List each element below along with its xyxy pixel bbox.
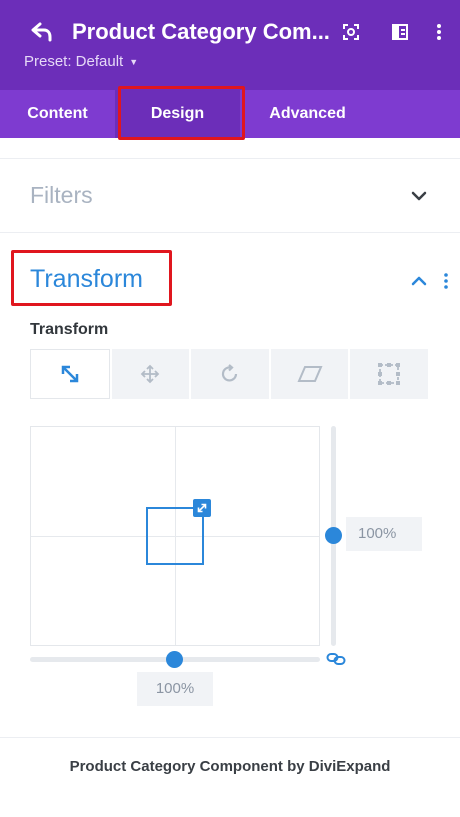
- module-header: Product Category Com... Preset: Default …: [0, 0, 460, 90]
- scale-y-input[interactable]: 100%: [346, 517, 422, 551]
- expand-arrows-icon: [197, 503, 207, 513]
- settings-tabs: Content Design Advanced: [0, 90, 460, 138]
- divider: [0, 158, 460, 159]
- chevron-up-icon[interactable]: [411, 275, 427, 287]
- more-vertical-icon[interactable]: [440, 272, 452, 290]
- transform-section-label[interactable]: Transform: [30, 265, 143, 294]
- scale-icon: [61, 365, 79, 383]
- preset-label: Preset: Default: [24, 53, 124, 70]
- module-credit: Product Category Component by DiviExpand: [69, 758, 391, 775]
- divider: [0, 737, 460, 738]
- transform-field-label: Transform: [30, 321, 109, 338]
- divider: [0, 232, 460, 233]
- translate-move-icon: [141, 364, 160, 384]
- tab-advanced[interactable]: Advanced: [240, 90, 375, 138]
- focus-icon[interactable]: [341, 22, 361, 42]
- tab-content[interactable]: Content: [0, 90, 115, 138]
- split-view-icon[interactable]: [390, 22, 410, 42]
- link-icon[interactable]: [326, 651, 346, 667]
- scale-tool-button[interactable]: [30, 349, 110, 399]
- module-title: Product Category Com...: [72, 19, 330, 44]
- transform-tool-tabs: [30, 349, 428, 399]
- scale-y-slider-handle[interactable]: [325, 527, 342, 544]
- scale-x-slider-handle[interactable]: [166, 651, 183, 668]
- skew-tool-button[interactable]: [270, 349, 349, 399]
- origin-icon: [378, 363, 401, 385]
- translate-tool-button[interactable]: [111, 349, 190, 399]
- caret-down-icon: ▼: [129, 56, 139, 67]
- origin-tool-button[interactable]: [350, 349, 428, 399]
- back-arrow-icon[interactable]: [30, 21, 54, 43]
- rotate-icon: [221, 364, 238, 382]
- tab-design[interactable]: Design: [115, 90, 240, 138]
- chevron-down-icon[interactable]: [411, 190, 427, 202]
- filters-section-label: Filters: [30, 182, 93, 208]
- preset-dropdown[interactable]: Preset: Default ▼: [24, 53, 138, 70]
- rotate-tool-button[interactable]: [191, 349, 269, 399]
- scale-x-input[interactable]: 100%: [137, 672, 213, 706]
- filters-section-toggle[interactable]: Filters: [0, 160, 460, 232]
- more-vertical-icon[interactable]: [429, 22, 449, 42]
- skew-icon: [297, 366, 323, 382]
- scale-resize-handle[interactable]: [193, 499, 211, 517]
